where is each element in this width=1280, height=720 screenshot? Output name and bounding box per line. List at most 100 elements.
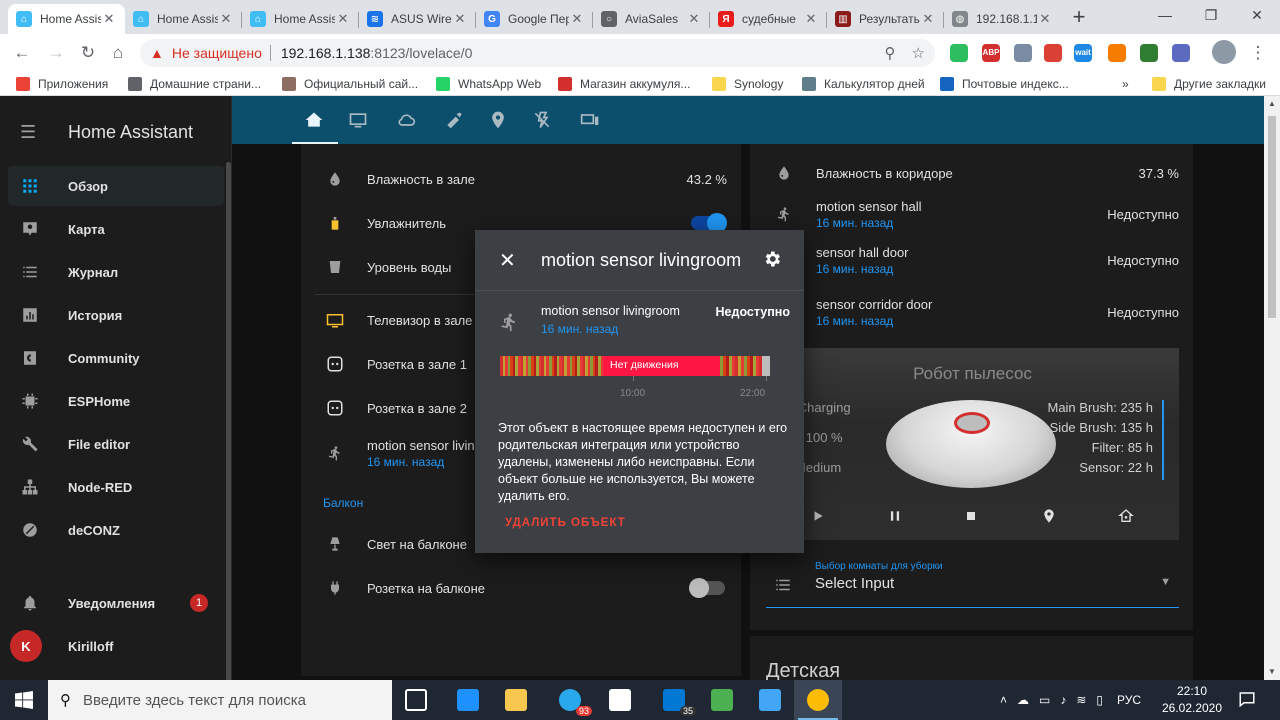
onedrive-icon[interactable]: ☁ xyxy=(1017,693,1029,707)
translate-icon[interactable] xyxy=(1140,44,1158,62)
bookmark-item[interactable]: Официальный сай... xyxy=(282,75,418,93)
address-bar[interactable]: ▲ Не защищено 192.168.1.138 :8123/lovela… xyxy=(140,39,935,67)
chrome-icon[interactable] xyxy=(794,680,842,720)
sidebar-item-история[interactable]: История xyxy=(0,295,224,335)
entity-row[interactable]: motion sensor hall 16 мин. назад Недоступн… xyxy=(750,192,1193,236)
bookmark-item[interactable]: Почтовые индекс... xyxy=(940,75,1069,93)
todoist-icon[interactable] xyxy=(1044,44,1062,62)
delete-entity-button[interactable]: УДАЛИТЬ ОБЪЕКТ xyxy=(505,517,626,529)
sidebar-item-community[interactable]: Community xyxy=(0,338,224,378)
browser-tab[interactable]: ◍ 192.168.1.1 ✕ xyxy=(944,4,1061,34)
entity-row[interactable]: Влажность в коридоре 37.3 % xyxy=(750,151,1193,195)
taskbar-search[interactable]: ⚲ Введите здесь текст для поиска xyxy=(48,680,392,720)
profile-avatar[interactable] xyxy=(1212,40,1236,64)
zoom-icon[interactable]: ⚲ xyxy=(885,44,896,62)
page-scrollbar[interactable]: ▲ ▼ xyxy=(1264,96,1280,680)
sidebar-scrollbar[interactable] xyxy=(226,162,231,680)
windows-start-icon[interactable] xyxy=(0,680,48,720)
tab-close-icon[interactable]: ✕ xyxy=(803,11,819,27)
browser-tab[interactable]: ⌂ Home Assistant✕ xyxy=(8,4,125,34)
scroll-down-icon[interactable]: ▼ xyxy=(1264,664,1280,680)
adblock-icon[interactable]: ABP xyxy=(982,44,1000,62)
remote-icon[interactable] xyxy=(746,680,794,720)
view-flash-off-icon[interactable] xyxy=(530,108,554,132)
bookmark-item[interactable]: Другие закладки xyxy=(1152,75,1266,93)
entity-row[interactable]: sensor corridor door 16 мин. назад Недосту… xyxy=(750,290,1193,334)
ext-icon[interactable] xyxy=(1172,44,1190,62)
minimize-button[interactable]: — xyxy=(1142,0,1188,32)
wifi-icon[interactable]: ≋ xyxy=(1076,693,1086,707)
sidebar-item-esphome[interactable]: ESPHome xyxy=(0,381,224,421)
room-select[interactable]: Выбор комнаты для уборки Select Input ▼ xyxy=(766,554,1179,608)
browser-tab[interactable]: Ясудебные ✕ xyxy=(710,4,827,34)
action-center-icon[interactable] xyxy=(1238,690,1258,708)
bookmark-item[interactable]: Synology xyxy=(712,75,783,93)
clock[interactable]: 22:10 26.02.2020 xyxy=(1160,683,1224,717)
store-icon[interactable] xyxy=(596,680,644,720)
browser-tab[interactable]: ○ AviaSales ✕ xyxy=(593,4,710,34)
new-tab-button[interactable]: + xyxy=(1066,5,1092,31)
history-timeline[interactable]: Нет движения xyxy=(500,356,771,376)
view-tv-icon[interactable] xyxy=(346,108,370,132)
browser-tab[interactable]: ≋ ASUS Wireless Router✕ xyxy=(359,4,476,34)
play-icon[interactable] xyxy=(808,506,828,526)
scroll-thumb[interactable] xyxy=(1268,116,1276,318)
telegram-icon[interactable]: 93 xyxy=(546,680,594,720)
reload-icon[interactable]: ↻ xyxy=(76,41,100,65)
view-devices-icon[interactable] xyxy=(578,108,602,132)
sidebar-item-user[interactable]: K Kirilloff xyxy=(0,626,224,666)
evernote-icon[interactable] xyxy=(950,44,968,62)
tab-close-icon[interactable]: ✕ xyxy=(920,11,936,27)
chevron-up-icon[interactable]: ˄ xyxy=(1000,693,1007,707)
view-shower-icon[interactable] xyxy=(442,108,466,132)
menu-icon[interactable]: ☰ xyxy=(20,122,40,143)
browser-tab[interactable]: ⌂ Home Assistant✕ xyxy=(125,4,242,34)
bookmark-item[interactable]: WhatsApp Web xyxy=(436,75,541,93)
bookmark-item[interactable]: Домашние страни... xyxy=(128,75,261,93)
stop-icon[interactable] xyxy=(961,506,981,526)
browser-tab[interactable]: ▥ Результаты ✕ xyxy=(827,4,944,34)
back-icon[interactable]: ← xyxy=(10,41,34,65)
forward-icon[interactable]: → xyxy=(44,41,68,65)
home-icon[interactable]: ⌂ xyxy=(106,41,130,65)
return-home-icon[interactable] xyxy=(1116,506,1136,526)
tab-close-icon[interactable]: ✕ xyxy=(686,11,702,27)
sidebar-item-карта[interactable]: Карта xyxy=(0,209,224,249)
menu-icon[interactable]: ⋮ xyxy=(1246,41,1270,65)
tab-close-icon[interactable]: ✕ xyxy=(335,11,351,27)
scroll-up-icon[interactable]: ▲ xyxy=(1264,96,1280,112)
sidebar-item-deconz[interactable]: deCONZ xyxy=(0,510,224,550)
task-view-icon[interactable] xyxy=(392,680,440,720)
view-map-pin-icon[interactable] xyxy=(486,108,510,132)
browser-tab[interactable]: G Google Переводчик✕ xyxy=(476,4,593,34)
volume-icon[interactable]: ♪ xyxy=(1060,693,1066,707)
network-icon[interactable]: ▭ xyxy=(1039,693,1050,707)
battery-icon[interactable]: ▯ xyxy=(1096,693,1103,707)
mail-icon[interactable]: 35 xyxy=(650,680,698,720)
view-cloud-icon[interactable] xyxy=(394,108,418,132)
tab-close-icon[interactable]: ✕ xyxy=(218,11,234,27)
edge-icon[interactable] xyxy=(444,680,492,720)
entity-row[interactable]: sensor hall door 16 мин. назад Недоступно xyxy=(750,238,1193,282)
view-home-icon[interactable] xyxy=(302,108,326,132)
entity-toggle[interactable] xyxy=(691,213,727,233)
sidebar-item-журнал[interactable]: Журнал xyxy=(0,252,224,292)
tab-close-icon[interactable]: ✕ xyxy=(1037,11,1053,27)
entity-row[interactable]: Розетка на балконе xyxy=(301,568,741,608)
network-app-icon[interactable] xyxy=(698,680,746,720)
bookmark-item[interactable]: Магазин аккумуля... xyxy=(558,75,690,93)
bookmarks-more[interactable]: » xyxy=(1122,75,1129,93)
tab-close-icon[interactable]: ✕ xyxy=(452,11,468,27)
dropbox-icon[interactable] xyxy=(1014,44,1032,62)
bookmark-item[interactable]: Приложения xyxy=(16,75,108,93)
wait-icon[interactable]: wait xyxy=(1074,44,1092,62)
tab-close-icon[interactable]: ✕ xyxy=(101,11,117,27)
browser-tab[interactable]: ⌂ Home Assistant✕ xyxy=(242,4,359,34)
bookmark-star-icon[interactable]: ☆ xyxy=(912,44,925,62)
entity-toggle[interactable] xyxy=(689,578,725,598)
sidebar-item-file-editor[interactable]: File editor xyxy=(0,424,224,464)
gear-icon[interactable] xyxy=(762,249,782,272)
language-indicator[interactable]: РУС xyxy=(1117,693,1141,707)
tab-close-icon[interactable]: ✕ xyxy=(569,11,585,27)
vpn-icon[interactable] xyxy=(1108,44,1126,62)
